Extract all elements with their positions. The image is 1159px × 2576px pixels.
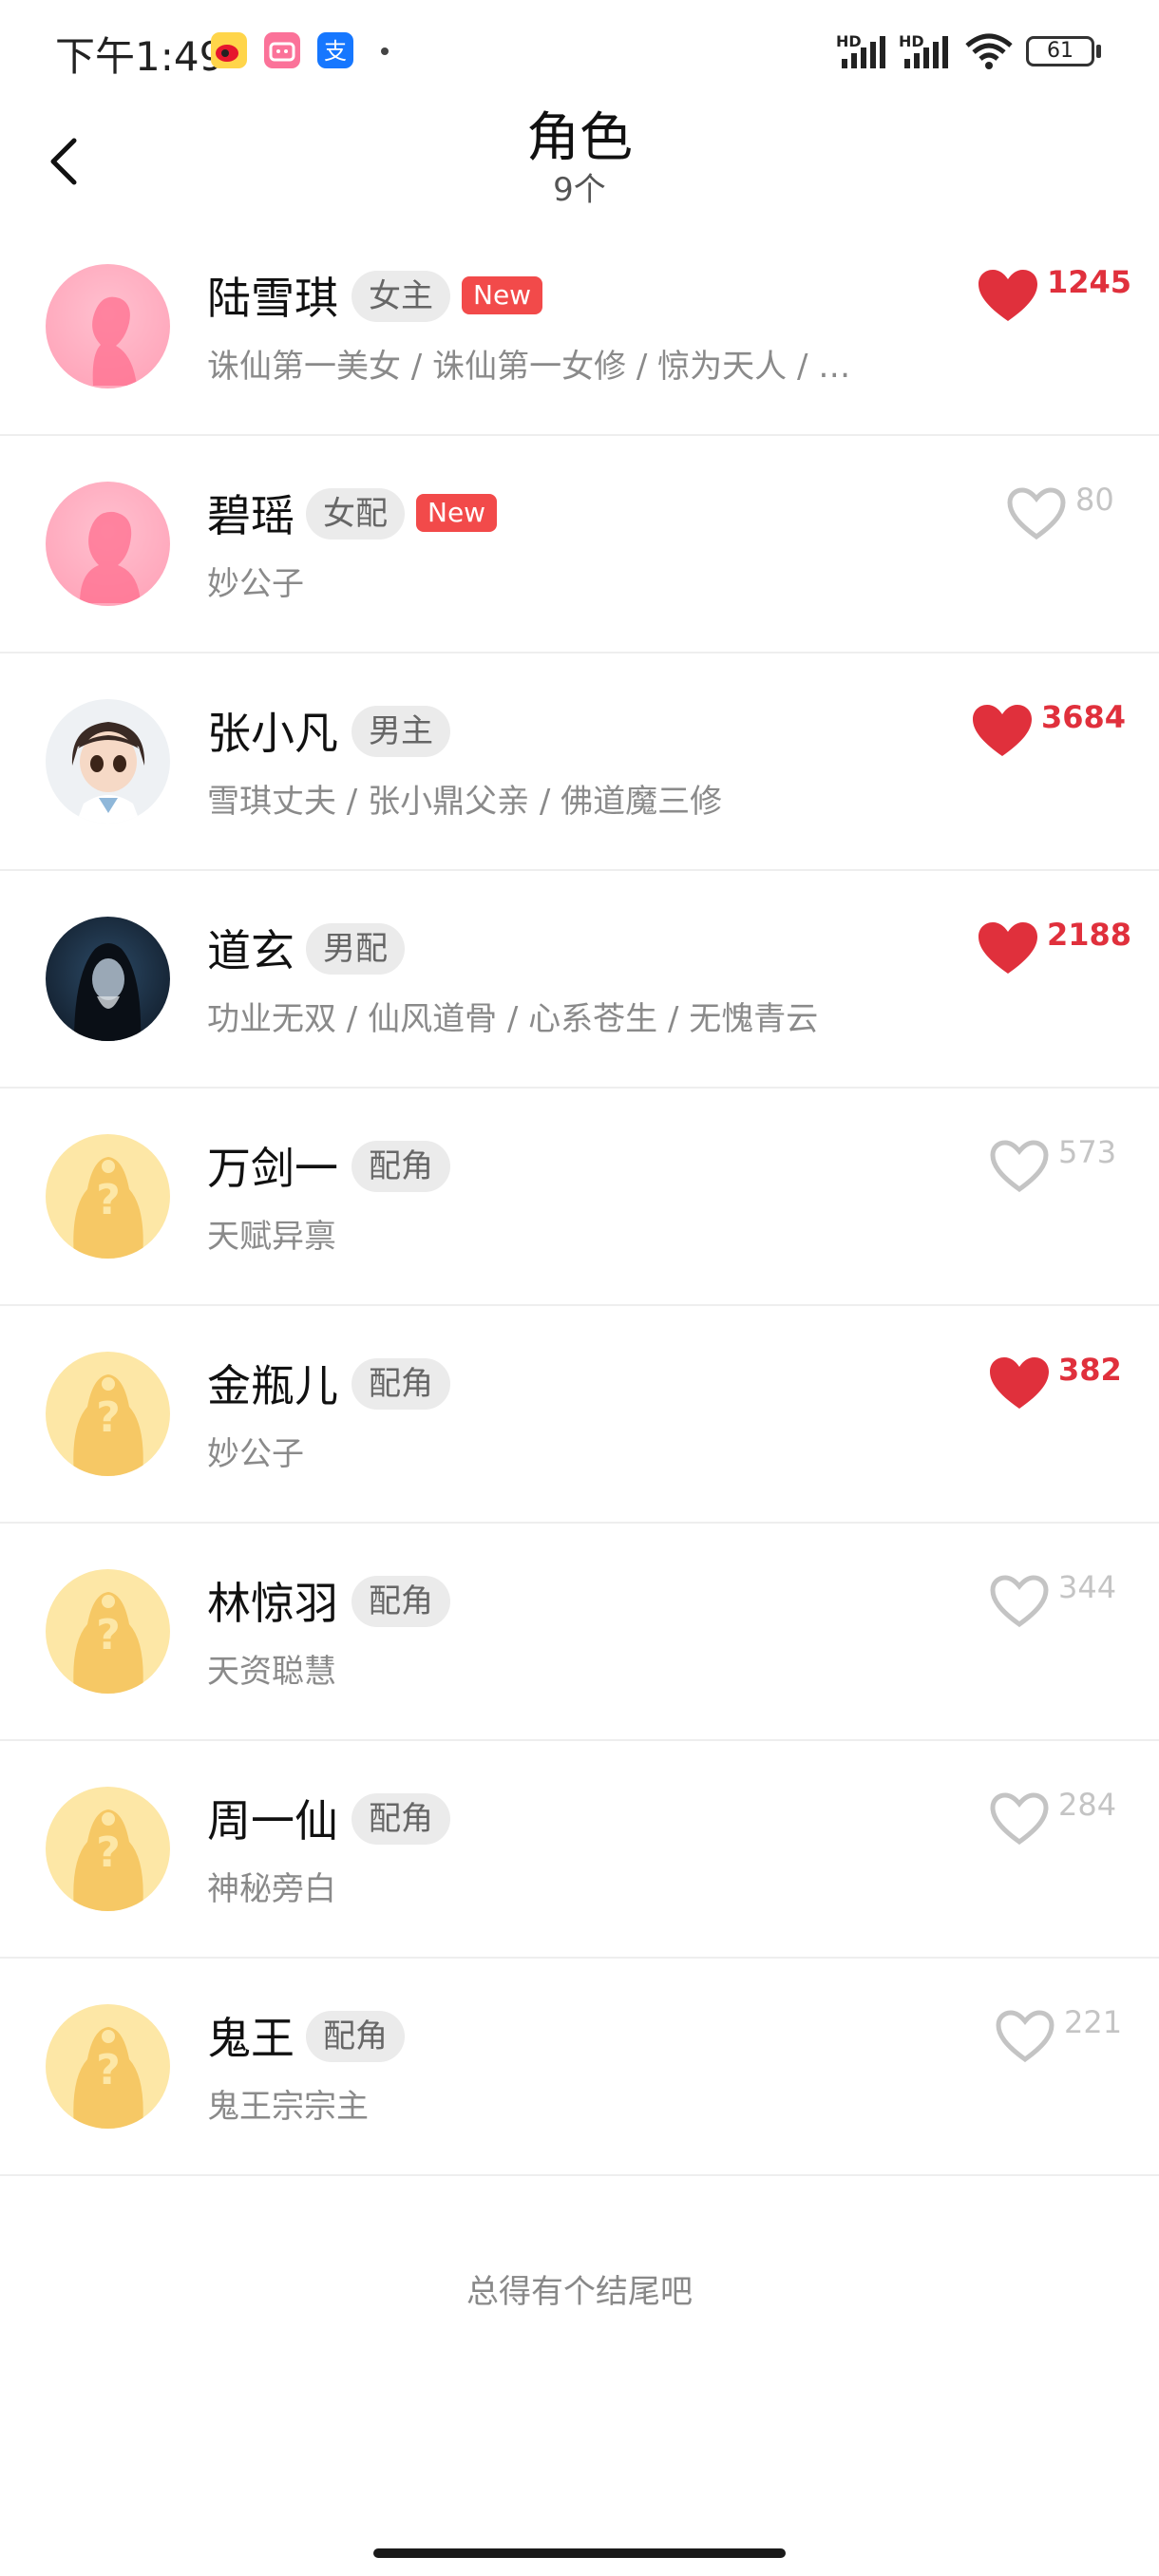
character-row[interactable]: 碧瑶 女配 New 妙公子 80	[0, 436, 1159, 653]
signal-icon	[842, 36, 885, 68]
role-tag: 女配	[306, 488, 405, 540]
character-avatar[interactable]	[46, 699, 170, 824]
character-description: 天资聪慧	[207, 1653, 336, 1691]
character-name: 张小凡	[207, 708, 338, 759]
role-tag: 配角	[352, 1793, 450, 1845]
status-time: 下午1:49	[55, 33, 225, 80]
character-description: 诛仙第一美女 / 诛仙第一女修 / 惊为天人 / …	[207, 348, 851, 386]
like-count: 80	[1075, 482, 1114, 518]
character-description: 妙公子	[207, 1435, 304, 1473]
like-count: 1245	[1047, 264, 1132, 300]
list-end-text: 总得有个结尾吧	[466, 2273, 693, 2311]
character-name: 万剑一	[207, 1143, 338, 1194]
character-list: 陆雪琪 女主 New 诛仙第一美女 / 诛仙第一女修 / 惊为天人 / … 12…	[0, 218, 1159, 2176]
character-avatar[interactable]: ?	[46, 1569, 170, 1694]
character-description: 功业无双 / 仙风道骨 / 心系苍生 / 无愧青云	[207, 1000, 819, 1038]
heart-outline-icon[interactable]	[988, 1573, 1051, 1630]
heart-filled-icon[interactable]	[977, 268, 1039, 325]
battery-tip	[1096, 45, 1101, 58]
weibo-icon	[211, 32, 247, 68]
battery-indicator: 61	[1026, 36, 1094, 66]
new-badge: New	[462, 276, 543, 314]
notification-dot	[381, 47, 389, 55]
character-avatar[interactable]	[46, 917, 170, 1041]
character-row[interactable]: ? 万剑一 配角 天赋异禀 573	[0, 1089, 1159, 1306]
character-name: 周一仙	[207, 1795, 338, 1847]
svg-text:?: ?	[96, 1176, 121, 1224]
character-row[interactable]: 张小凡 男主 雪琪丈夫 / 张小鼎父亲 / 佛道魔三修 3684	[0, 653, 1159, 871]
character-name: 林惊羽	[207, 1578, 338, 1629]
character-avatar[interactable]: ?	[46, 2004, 170, 2129]
like-count: 3684	[1041, 699, 1127, 735]
role-tag: 配角	[352, 1576, 450, 1627]
like-count: 382	[1058, 1352, 1122, 1388]
role-tag: 男配	[306, 923, 405, 975]
character-row[interactable]: ? 金瓶儿 配角 妙公子 382	[0, 1306, 1159, 1524]
new-badge: New	[416, 494, 498, 532]
character-description: 雪琪丈夫 / 张小鼎父亲 / 佛道魔三修	[207, 783, 723, 821]
character-count: 9个	[553, 171, 606, 209]
role-tag: 配角	[306, 2011, 405, 2062]
like-count: 284	[1058, 1787, 1117, 1823]
home-indicator[interactable]	[373, 2548, 786, 2558]
character-description: 天赋异禀	[207, 1218, 336, 1256]
heart-outline-icon[interactable]	[994, 2008, 1056, 2065]
character-name: 道玄	[207, 925, 294, 976]
role-tag: 配角	[352, 1141, 450, 1192]
character-name: 鬼王	[207, 2013, 294, 2064]
character-name: 陆雪琪	[207, 273, 338, 324]
role-tag: 配角	[352, 1358, 450, 1410]
like-count: 344	[1058, 1569, 1117, 1605]
character-row[interactable]: ? 周一仙 配角 神秘旁白 284	[0, 1741, 1159, 1959]
character-row[interactable]: ? 林惊羽 配角 天资聪慧 344	[0, 1524, 1159, 1741]
character-description: 神秘旁白	[207, 1870, 336, 1908]
signal-icon-2	[904, 36, 948, 68]
alipay-icon: 支	[317, 32, 353, 68]
role-tag: 男主	[352, 706, 450, 757]
character-avatar[interactable]: ?	[46, 1134, 170, 1259]
page-title: 角色	[526, 107, 633, 169]
heart-filled-icon[interactable]	[988, 1355, 1051, 1412]
heart-outline-icon[interactable]	[988, 1138, 1051, 1195]
svg-text:?: ?	[96, 1828, 121, 1877]
character-avatar[interactable]	[46, 264, 170, 388]
wifi-icon	[965, 33, 1013, 69]
like-count: 2188	[1047, 917, 1132, 953]
heart-filled-icon[interactable]	[977, 920, 1039, 977]
svg-text:?: ?	[96, 1393, 121, 1442]
svg-text:支: 支	[324, 38, 347, 65]
character-name: 碧瑶	[207, 490, 294, 541]
status-bar: 下午1:49 支 HD HD 61	[0, 0, 1159, 104]
like-count: 573	[1058, 1134, 1117, 1170]
character-avatar[interactable]	[46, 482, 170, 606]
svg-text:?: ?	[96, 1611, 121, 1659]
heart-outline-icon[interactable]	[1005, 485, 1068, 542]
character-row[interactable]: 道玄 男配 功业无双 / 仙风道骨 / 心系苍生 / 无愧青云 2188	[0, 871, 1159, 1089]
like-count: 221	[1064, 2004, 1123, 2040]
character-row[interactable]: ? 鬼王 配角 鬼王宗宗主 221	[0, 1959, 1159, 2176]
heart-filled-icon[interactable]	[971, 703, 1034, 760]
character-avatar[interactable]: ?	[46, 1352, 170, 1476]
heart-outline-icon[interactable]	[988, 1790, 1051, 1847]
character-name: 金瓶儿	[207, 1360, 338, 1411]
bilibili-icon	[264, 32, 300, 68]
role-tag: 女主	[352, 271, 450, 322]
character-description: 妙公子	[207, 565, 304, 603]
character-description: 鬼王宗宗主	[207, 2088, 369, 2126]
character-avatar[interactable]: ?	[46, 1787, 170, 1911]
svg-text:?: ?	[96, 2046, 121, 2094]
character-row[interactable]: 陆雪琪 女主 New 诛仙第一美女 / 诛仙第一女修 / 惊为天人 / … 12…	[0, 218, 1159, 436]
